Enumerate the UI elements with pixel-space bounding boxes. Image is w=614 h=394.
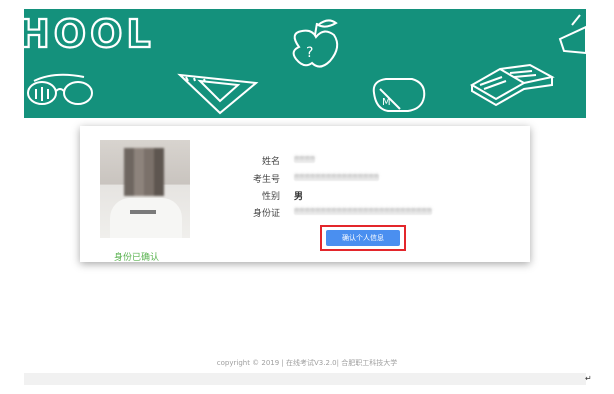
gender-value: 男 bbox=[294, 192, 304, 202]
header-banner: HOOL ? M bbox=[24, 9, 586, 118]
id-card-label: 身份证 bbox=[252, 209, 280, 219]
banner-text: HOOL bbox=[24, 12, 155, 56]
name-value: •••• bbox=[294, 154, 316, 164]
ruler-triangle-icon bbox=[177, 73, 259, 115]
name-label: 姓名 bbox=[261, 157, 280, 167]
copyright-footer: copyright © 2019 | 在线考试V3.2.0| 合肥职工科技大学 bbox=[216, 359, 398, 367]
profile-card: 身份已确认 姓名 •••• 考生号 •••••••••••••••• 性别 男 … bbox=[80, 126, 530, 263]
glasses-icon bbox=[27, 73, 93, 105]
mouse-icon: M bbox=[372, 78, 426, 112]
gender-label: 性别 bbox=[261, 192, 280, 202]
exam-number-value: •••••••••••••••• bbox=[294, 172, 379, 182]
blurred-face bbox=[124, 148, 164, 196]
svg-text:?: ? bbox=[306, 45, 313, 61]
svg-text:M: M bbox=[382, 97, 391, 108]
return-mark: ↵ bbox=[585, 374, 592, 383]
confirm-info-button[interactable]: 确认个人信息 bbox=[326, 230, 400, 246]
apple-icon: ? bbox=[292, 19, 339, 68]
exam-number-label: 考生号 bbox=[252, 175, 280, 185]
bottom-bar bbox=[24, 373, 586, 385]
id-card-value: •••••••••••••••••••••••••• bbox=[294, 206, 433, 216]
student-photo bbox=[100, 140, 190, 238]
shirt bbox=[110, 198, 182, 238]
banner-artwork: HOOL ? M bbox=[24, 11, 586, 115]
book-icon bbox=[470, 63, 555, 107]
shirt-logo bbox=[130, 210, 156, 214]
graduation-cap-icon bbox=[558, 14, 586, 55]
identity-confirmed-text: 身份已确认 bbox=[114, 253, 160, 263]
